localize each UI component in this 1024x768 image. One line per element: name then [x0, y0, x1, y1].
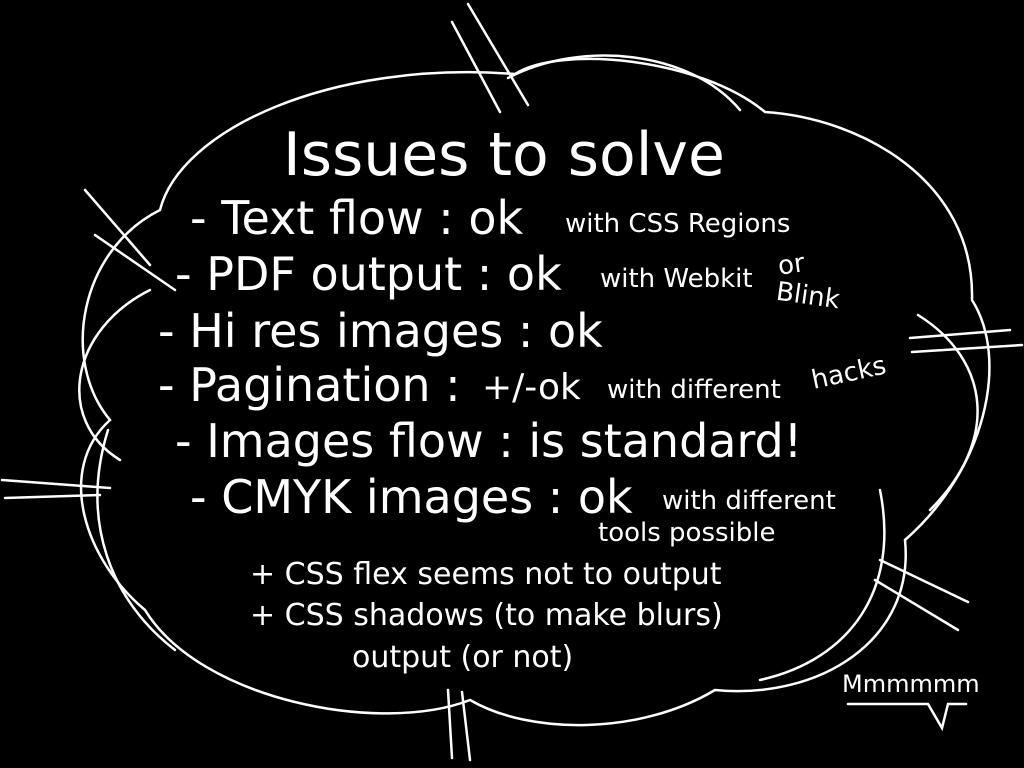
cross-top-2: [466, 2, 530, 107]
item-hi-res-images: - Hi res images : ok: [158, 304, 603, 358]
item-pagination: - Pagination :: [158, 358, 461, 412]
item-pdf-output-or: or: [776, 248, 807, 282]
item-pagination-status: +/-ok: [482, 367, 581, 408]
cross-top-1: [450, 20, 502, 114]
cross-left-3: [0, 478, 112, 490]
cross-right-2: [910, 343, 1024, 354]
extra-css-flex: + CSS flex seems not to output: [250, 557, 722, 592]
slide-title: Issues to solve: [283, 120, 725, 190]
item-pagination-note: with different: [607, 375, 781, 405]
extra-output-or-not: output (or not): [352, 640, 574, 675]
cloud-arc-top: [506, 54, 742, 112]
cross-left-4: [3, 493, 102, 500]
cloud-arc-bottom: [758, 488, 886, 682]
item-pdf-output-note: with Webkit: [600, 264, 753, 294]
item-text-flow: - Text flow : ok: [190, 191, 524, 245]
cross-left-2: [93, 233, 177, 292]
item-images-flow: - Images flow : is standard!: [175, 414, 803, 468]
cloud-arc-lowleft: [96, 428, 177, 652]
cross-left-1: [83, 188, 152, 267]
item-cmyk-images-note2: tools possible: [598, 518, 776, 548]
cloud-arc-left: [78, 288, 152, 462]
speech-bubble-tail: [846, 702, 968, 732]
cross-right-1: [908, 328, 1012, 340]
speech-bubble-text: Mmmmmm: [842, 670, 980, 698]
item-cmyk-images: - CMYK images : ok: [190, 470, 633, 524]
item-pdf-output: - PDF output : ok: [175, 247, 562, 301]
cross-bottom-1: [446, 688, 454, 760]
extra-css-shadows: + CSS shadows (to make blurs): [250, 598, 723, 633]
item-text-flow-note: with CSS Regions: [565, 209, 791, 239]
cloud-arc-right: [916, 313, 979, 512]
cross-right-4: [873, 578, 960, 632]
item-cmyk-images-note: with different: [662, 486, 836, 516]
cross-right-3: [878, 558, 970, 604]
slide: Issues to solve - Text flow : ok with CS…: [0, 0, 1024, 768]
